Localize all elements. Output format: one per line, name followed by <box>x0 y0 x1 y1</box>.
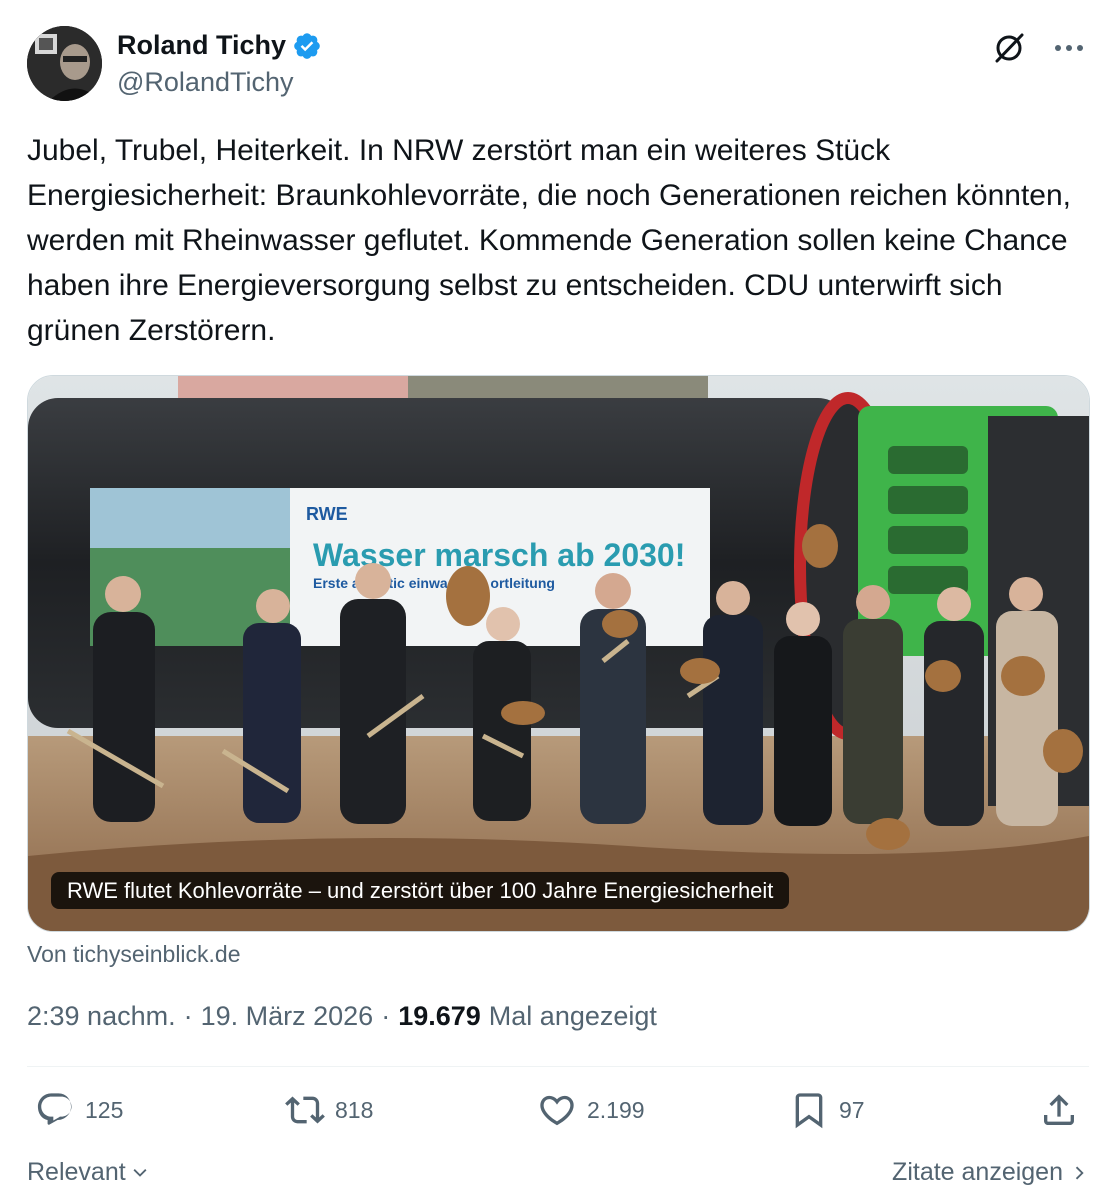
views-count: 19.679 <box>398 1001 481 1031</box>
avatar[interactable] <box>27 26 102 101</box>
reply-count: 125 <box>85 1096 124 1123</box>
grok-icon <box>995 33 1024 63</box>
tweet-header: Roland Tichy @RolandTichy <box>27 26 1089 102</box>
author-name[interactable]: Roland Tichy <box>117 30 286 61</box>
more-options-icon <box>1055 45 1083 51</box>
banner-brand: RWE <box>306 504 348 524</box>
card-caption: RWE flutet Kohlevorräte – und zerstört ü… <box>51 872 790 909</box>
chevron-down-icon <box>133 1168 147 1177</box>
like-count: 2.199 <box>587 1096 645 1123</box>
repost-count: 818 <box>335 1096 374 1123</box>
chevron-right-icon <box>1075 1166 1084 1179</box>
like-button[interactable]: 2.199 <box>537 1090 645 1130</box>
header-actions <box>989 28 1089 68</box>
tweet-date[interactable]: 19. März 2026 <box>201 1001 374 1032</box>
tweet-meta: 2:39 nachm. · 19. März 2026 · 19.679 Mal… <box>27 1001 657 1032</box>
bookmark-button[interactable]: 97 <box>789 1090 865 1130</box>
reply-button[interactable]: 125 <box>35 1090 123 1130</box>
quotes-label: Zitate anzeigen <box>892 1158 1063 1186</box>
views-label: Mal angezeigt <box>488 1001 657 1031</box>
view-quotes-link[interactable]: Zitate anzeigen <box>892 1158 1089 1187</box>
banner-subline: Erste atenstic einwassertr ortleitung <box>313 575 555 591</box>
author-block: Roland Tichy @RolandTichy <box>117 30 322 98</box>
more-options-button[interactable] <box>1049 28 1089 68</box>
action-bar: 125 818 2.199 97 <box>27 1090 1087 1136</box>
meta-separator: · <box>183 1001 193 1031</box>
reply-icon <box>37 1093 72 1125</box>
tweet-time[interactable]: 2:39 nachm. <box>27 1001 176 1032</box>
bookmark-count: 97 <box>839 1096 865 1123</box>
repost-icon <box>285 1096 325 1124</box>
link-card[interactable]: RWE Wasser marsch ab 2030! Erste atensti… <box>27 375 1090 932</box>
divider <box>27 1066 1089 1067</box>
share-button[interactable] <box>1039 1090 1079 1130</box>
verified-badge-icon <box>294 32 320 59</box>
card-source[interactable]: Von tichyseinblick.de <box>27 941 241 968</box>
avatar-image <box>27 26 102 101</box>
sort-label: Relevant <box>27 1158 126 1186</box>
card-image: RWE Wasser marsch ab 2030! Erste atensti… <box>28 376 1089 931</box>
bookmark-icon <box>795 1093 823 1129</box>
author-handle[interactable]: @RolandTichy <box>117 67 322 98</box>
grok-button[interactable] <box>989 28 1029 68</box>
tweet-text: Jubel, Trubel, Heiterkeit. In NRW zerstö… <box>27 134 1080 347</box>
share-icon <box>1044 1094 1074 1125</box>
sort-dropdown[interactable]: Relevant <box>27 1158 150 1187</box>
repost-button[interactable]: 818 <box>285 1090 373 1130</box>
meta-separator: · <box>381 1001 391 1031</box>
heart-icon <box>540 1095 574 1126</box>
